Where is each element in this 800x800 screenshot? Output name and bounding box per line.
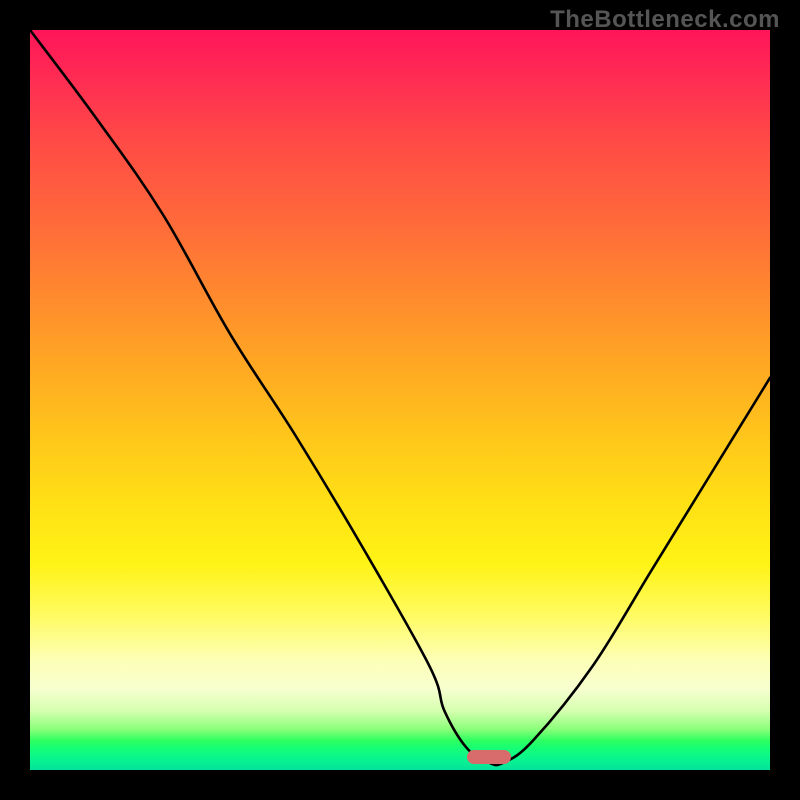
curve-svg <box>30 30 770 770</box>
plot-area <box>30 30 770 770</box>
chart-frame: TheBottleneck.com <box>0 0 800 800</box>
watermark-text: TheBottleneck.com <box>550 6 780 34</box>
optimum-marker <box>467 750 511 764</box>
bottleneck-curve-path <box>30 30 770 765</box>
